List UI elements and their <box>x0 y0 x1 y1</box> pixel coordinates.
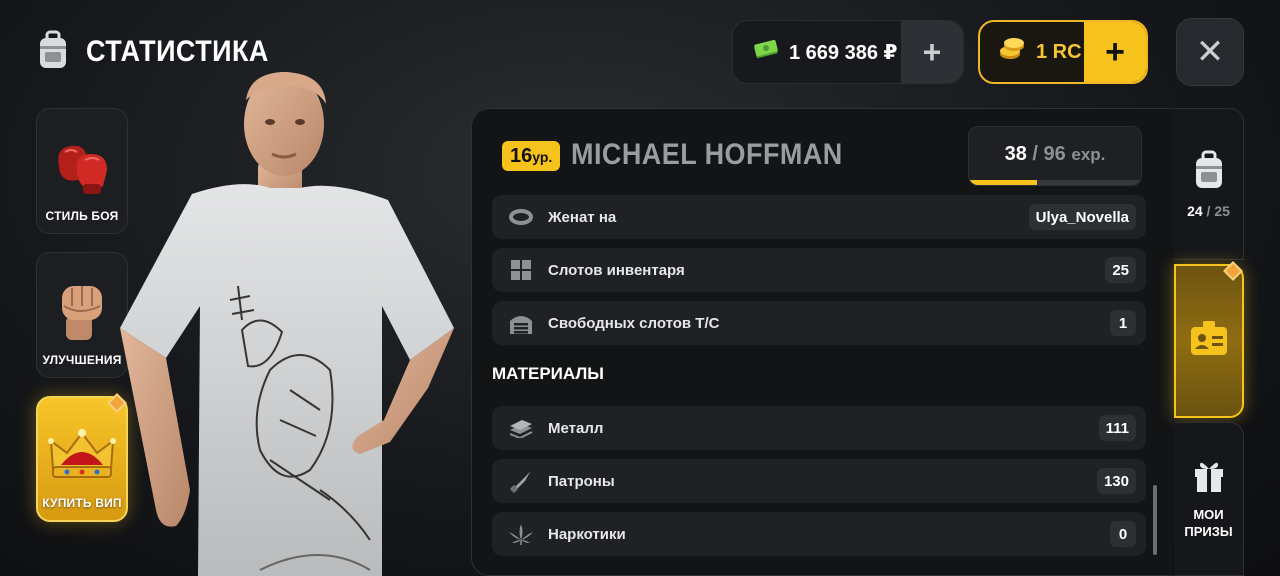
materials-section-title: МАТЕРИАЛЫ <box>492 364 604 383</box>
coins-icon <box>998 37 1026 67</box>
material-label: Патроны <box>548 472 615 490</box>
backpack-icon <box>36 30 70 75</box>
exp-progress: 38 / 96 exp. <box>968 126 1142 186</box>
money-amount: 1 669 386 ₽ <box>789 41 898 64</box>
material-value: 0 <box>1110 521 1136 547</box>
material-row-ammo: Патроны 130 <box>492 459 1146 503</box>
my-prizes-tab[interactable]: МОИ ПРИЗЫ <box>1174 422 1244 576</box>
page-title: СТАТИСТИКА <box>86 35 269 68</box>
buy-vip-button[interactable]: КУПИТЬ ВИП <box>36 393 128 522</box>
material-label: Металл <box>548 419 604 437</box>
ring-icon <box>508 204 534 230</box>
boxing-gloves-icon <box>49 136 115 203</box>
money-balance: 1 669 386 ₽ + <box>732 20 964 84</box>
side-menu-label: СТИЛЬ БОЯ <box>45 209 119 223</box>
stat-value: Ulya_Novella <box>1028 204 1136 230</box>
exp-bar-track <box>969 180 1141 185</box>
page-header: СТАТИСТИКА <box>36 30 289 74</box>
metal-icon <box>508 415 534 441</box>
inventory-current: 24 <box>1187 202 1203 219</box>
profile-card-tab[interactable] <box>1174 261 1244 418</box>
exp-separator: / <box>1032 143 1038 165</box>
backpack-icon <box>1192 150 1226 195</box>
exp-bar-fill <box>969 180 1038 185</box>
material-row-metal: Металл 111 <box>492 406 1146 450</box>
id-card-icon <box>1189 320 1229 362</box>
material-value: 111 <box>1098 415 1136 441</box>
close-icon: ✕ <box>1195 33 1225 71</box>
player-name: MICHAEL HOFFMAN <box>571 138 843 171</box>
stat-row-married: Женат на Ulya_Novella <box>492 195 1146 239</box>
fight-style-button[interactable]: СТИЛЬ БОЯ <box>36 108 128 234</box>
scrollbar-thumb[interactable] <box>1153 485 1157 555</box>
close-button[interactable]: ✕ <box>1176 18 1244 86</box>
stat-value: 25 <box>1105 257 1136 283</box>
material-value: 130 <box>1096 468 1136 494</box>
material-label: Наркотики <box>548 525 626 543</box>
stat-row-vehicle-slots: Свободных слотов Т/С 1 <box>492 301 1146 345</box>
grid-icon <box>508 257 534 283</box>
stat-value: 1 <box>1110 310 1136 336</box>
bullet-icon <box>508 468 534 494</box>
gift-icon <box>1192 459 1226 498</box>
exp-unit: exp. <box>1071 145 1106 164</box>
fist-icon <box>52 276 112 347</box>
inventory-tab[interactable]: 24 / 25 <box>1174 108 1244 260</box>
level-badge: 16 ур. <box>502 141 561 171</box>
inventory-count: 24 / 25 <box>1187 203 1230 219</box>
inventory-separator: / <box>1206 202 1211 219</box>
exp-max: 96 <box>1043 143 1066 165</box>
crown-icon <box>47 425 117 490</box>
stat-label: Женат на <box>548 208 617 226</box>
level-value: 16 <box>510 145 533 167</box>
rc-balance: 1 RC + <box>978 20 1148 84</box>
rc-amount: 1 RC <box>1036 40 1082 63</box>
notification-diamond-icon <box>1223 261 1243 281</box>
material-row-drugs: Наркотики 0 <box>492 512 1146 556</box>
exp-current: 38 <box>1004 143 1027 165</box>
add-money-button[interactable]: + <box>901 21 963 83</box>
add-rc-button[interactable]: + <box>1084 22 1146 82</box>
stat-row-inventory-slots: Слотов инвентаря 25 <box>492 248 1146 292</box>
stat-label: Свободных слотов Т/С <box>548 314 720 332</box>
side-menu-label: УЛУЧШЕНИЯ <box>42 353 122 367</box>
inventory-max: 25 <box>1214 202 1230 219</box>
garage-icon <box>508 310 534 336</box>
my-prizes-label: МОИ ПРИЗЫ <box>1184 506 1233 539</box>
level-suffix: ур. <box>532 149 553 165</box>
upgrades-button[interactable]: УЛУЧШЕНИЯ <box>36 252 128 378</box>
side-menu-label: КУПИТЬ ВИП <box>42 496 122 510</box>
cash-icon <box>753 39 779 65</box>
leaf-icon <box>508 521 534 547</box>
stat-label: Слотов инвентаря <box>548 261 685 279</box>
player-character-image <box>120 70 460 576</box>
